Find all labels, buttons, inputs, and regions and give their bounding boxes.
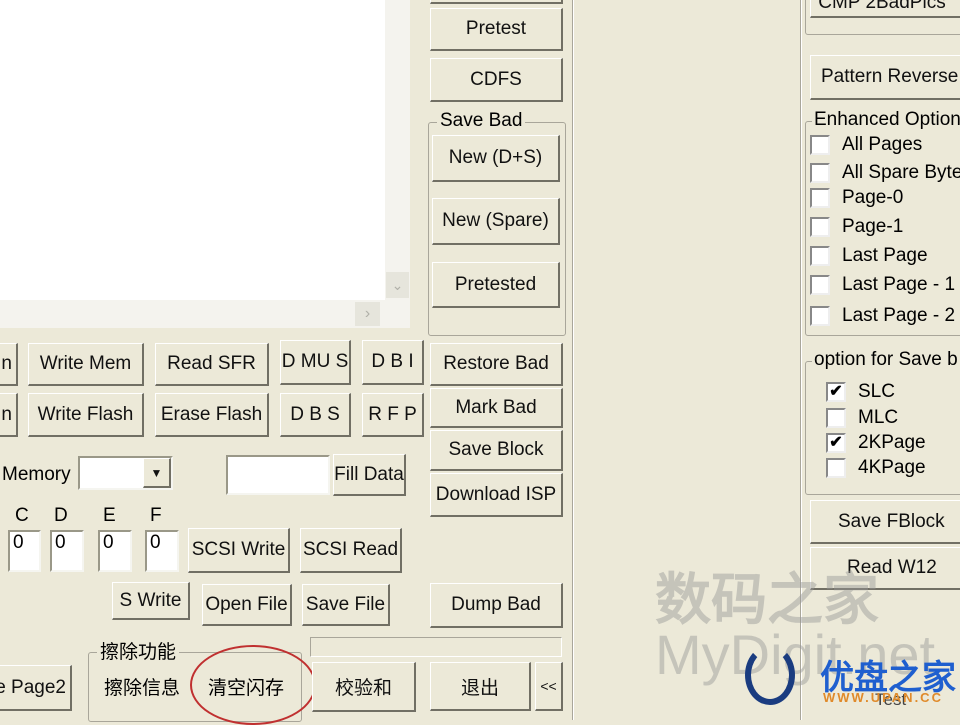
checkbox-label: 2KPage bbox=[858, 432, 926, 453]
read-w12-button[interactable]: Read W12 bbox=[810, 547, 960, 590]
checkbox-label: All Pages bbox=[842, 134, 923, 155]
collapse-button[interactable]: << bbox=[535, 662, 563, 711]
erase-group-label: 擦除功能 bbox=[97, 637, 180, 664]
checkbox-label: Last Page - 1 bbox=[842, 274, 956, 295]
fill-data-input[interactable] bbox=[226, 455, 330, 495]
memory-dropdown-button[interactable]: ▼ bbox=[143, 458, 171, 488]
hex-label-f: F bbox=[150, 505, 162, 526]
scroll-right-button[interactable]: › bbox=[355, 302, 380, 326]
checkbox-label: MLC bbox=[858, 407, 899, 428]
new-spare-button[interactable]: New (Spare) bbox=[432, 198, 560, 245]
download-isp-button[interactable]: Download ISP bbox=[430, 473, 563, 517]
save-options-label: option for Save b bbox=[812, 349, 960, 371]
dbi-button[interactable]: D B I bbox=[362, 340, 424, 385]
checkbox-box[interactable]: ✔ bbox=[826, 382, 846, 402]
enhanced-options-label: Enhanced Option bbox=[812, 109, 960, 131]
rfp-button[interactable]: R F P bbox=[362, 393, 424, 437]
vertical-scrollbar[interactable] bbox=[385, 0, 410, 300]
checkbox-label: Page-0 bbox=[842, 187, 904, 208]
scsi-write-button[interactable]: SCSI Write bbox=[188, 528, 290, 573]
checkbox-last-page[interactable]: Last Page bbox=[810, 245, 928, 267]
new-ds-button[interactable]: New (D+S) bbox=[432, 135, 560, 182]
checkbox-box[interactable] bbox=[826, 408, 846, 428]
hex-input-e[interactable]: 0 bbox=[98, 530, 132, 572]
checkbox-box[interactable] bbox=[810, 275, 830, 295]
hex-input-d[interactable]: 0 bbox=[50, 530, 84, 572]
checkbox-label: 4KPage bbox=[858, 457, 926, 478]
write-flash-button[interactable]: Write Flash bbox=[28, 393, 144, 437]
hex-input-f[interactable]: 0 bbox=[145, 530, 179, 572]
cmp-2badpics-button[interactable]: CMP 2BadPics bbox=[810, 0, 960, 18]
pattern-reverse-button[interactable]: Pattern Reverse bbox=[810, 55, 960, 100]
scsi-read-button[interactable]: SCSI Read bbox=[300, 528, 402, 573]
row1-button-0[interactable]: n bbox=[0, 343, 18, 386]
erase-info-button[interactable]: 擦除信息 bbox=[104, 673, 180, 700]
progress-bar bbox=[310, 637, 562, 657]
memory-label: Memory bbox=[2, 464, 71, 485]
divider-right bbox=[800, 0, 802, 720]
checkbox-page-0[interactable]: Page-0 bbox=[810, 187, 903, 209]
checkbox-label: Last Page bbox=[842, 245, 928, 266]
output-textarea[interactable] bbox=[0, 0, 385, 300]
checkbox-label: SLC bbox=[858, 381, 895, 402]
checkbox-mlc[interactable]: MLC bbox=[826, 407, 898, 429]
checkbox-all-spare-byte[interactable]: All Spare Byte bbox=[810, 162, 960, 184]
checkbox-label: Last Page - 2 bbox=[842, 305, 956, 326]
open-file-button[interactable]: Open File bbox=[202, 584, 292, 626]
save-fblock-button[interactable]: Save FBlock bbox=[810, 500, 960, 544]
pretest-button[interactable]: Pretest bbox=[430, 8, 563, 51]
checkbox-box[interactable] bbox=[810, 217, 830, 237]
annotation-ellipse bbox=[190, 645, 316, 725]
checkbox-page-1[interactable]: Page-1 bbox=[810, 216, 903, 238]
upan-logo: 优盘之家 WWW.UPAN.CC bbox=[745, 640, 956, 720]
checkbox-box[interactable]: ✔ bbox=[826, 433, 846, 453]
hex-input-c[interactable]: 0 bbox=[8, 530, 41, 572]
exit-button[interactable]: 退出 bbox=[430, 662, 531, 711]
checkbox-box[interactable] bbox=[810, 163, 830, 183]
checkbox-box[interactable] bbox=[826, 458, 846, 478]
checkbox-box[interactable] bbox=[810, 188, 830, 208]
checkbox-box[interactable] bbox=[810, 135, 830, 155]
s-write-button[interactable]: S Write bbox=[112, 582, 190, 620]
horizontal-scrollbar[interactable] bbox=[0, 300, 410, 328]
fill-data-button[interactable]: Fill Data bbox=[333, 454, 406, 496]
checkbox-2kpage[interactable]: ✔ 2KPage bbox=[826, 432, 926, 454]
checkbox-last-page-1[interactable]: Last Page - 1 bbox=[810, 274, 955, 296]
save-file-button[interactable]: Save File bbox=[302, 584, 390, 626]
save-block-button[interactable]: Save Block bbox=[430, 430, 563, 471]
logo-url: WWW.UPAN.CC bbox=[823, 690, 943, 705]
row2-button-0[interactable]: n bbox=[0, 393, 18, 437]
checkbox-4kpage[interactable]: 4KPage bbox=[826, 457, 926, 479]
checkbox-all-pages[interactable]: All Pages bbox=[810, 134, 922, 156]
cmp-label: CMP 2BadPics bbox=[818, 0, 946, 13]
checkbox-last-page-2[interactable]: Last Page - 2 bbox=[810, 305, 955, 327]
checksum-button[interactable]: 校验和 bbox=[312, 662, 416, 712]
checkbox-label: All Spare Byte bbox=[842, 162, 960, 183]
checkbox-box[interactable] bbox=[810, 246, 830, 266]
mark-bad-button[interactable]: Mark Bad bbox=[430, 388, 563, 428]
top-middle-button[interactable] bbox=[430, 0, 563, 4]
divider-left bbox=[572, 0, 574, 720]
checkbox-label: Page-1 bbox=[842, 216, 904, 237]
erase-flash-button[interactable]: Erase Flash bbox=[155, 393, 269, 437]
cdfs-button[interactable]: CDFS bbox=[430, 58, 563, 102]
checkbox-box[interactable] bbox=[810, 306, 830, 326]
write-mem-button[interactable]: Write Mem bbox=[28, 343, 144, 386]
dbs-button[interactable]: D B S bbox=[280, 393, 351, 437]
hex-label-c: C bbox=[15, 505, 29, 526]
read-sfr-button[interactable]: Read SFR bbox=[155, 343, 269, 386]
checkbox-slc[interactable]: ✔ SLC bbox=[826, 381, 895, 403]
scroll-down-button[interactable]: ⌄ bbox=[386, 272, 409, 298]
dump-bad-button[interactable]: Dump Bad bbox=[430, 583, 563, 628]
page2-button[interactable]: e Page2 bbox=[0, 665, 72, 711]
save-bad-group-label: Save Bad bbox=[437, 110, 526, 132]
pretested-button[interactable]: Pretested bbox=[432, 262, 560, 308]
restore-bad-button[interactable]: Restore Bad bbox=[430, 343, 563, 386]
dmus-button[interactable]: D MU S bbox=[280, 340, 351, 385]
hex-label-d: D bbox=[54, 505, 68, 526]
hook-icon bbox=[745, 645, 795, 705]
hex-label-e: E bbox=[103, 505, 116, 526]
